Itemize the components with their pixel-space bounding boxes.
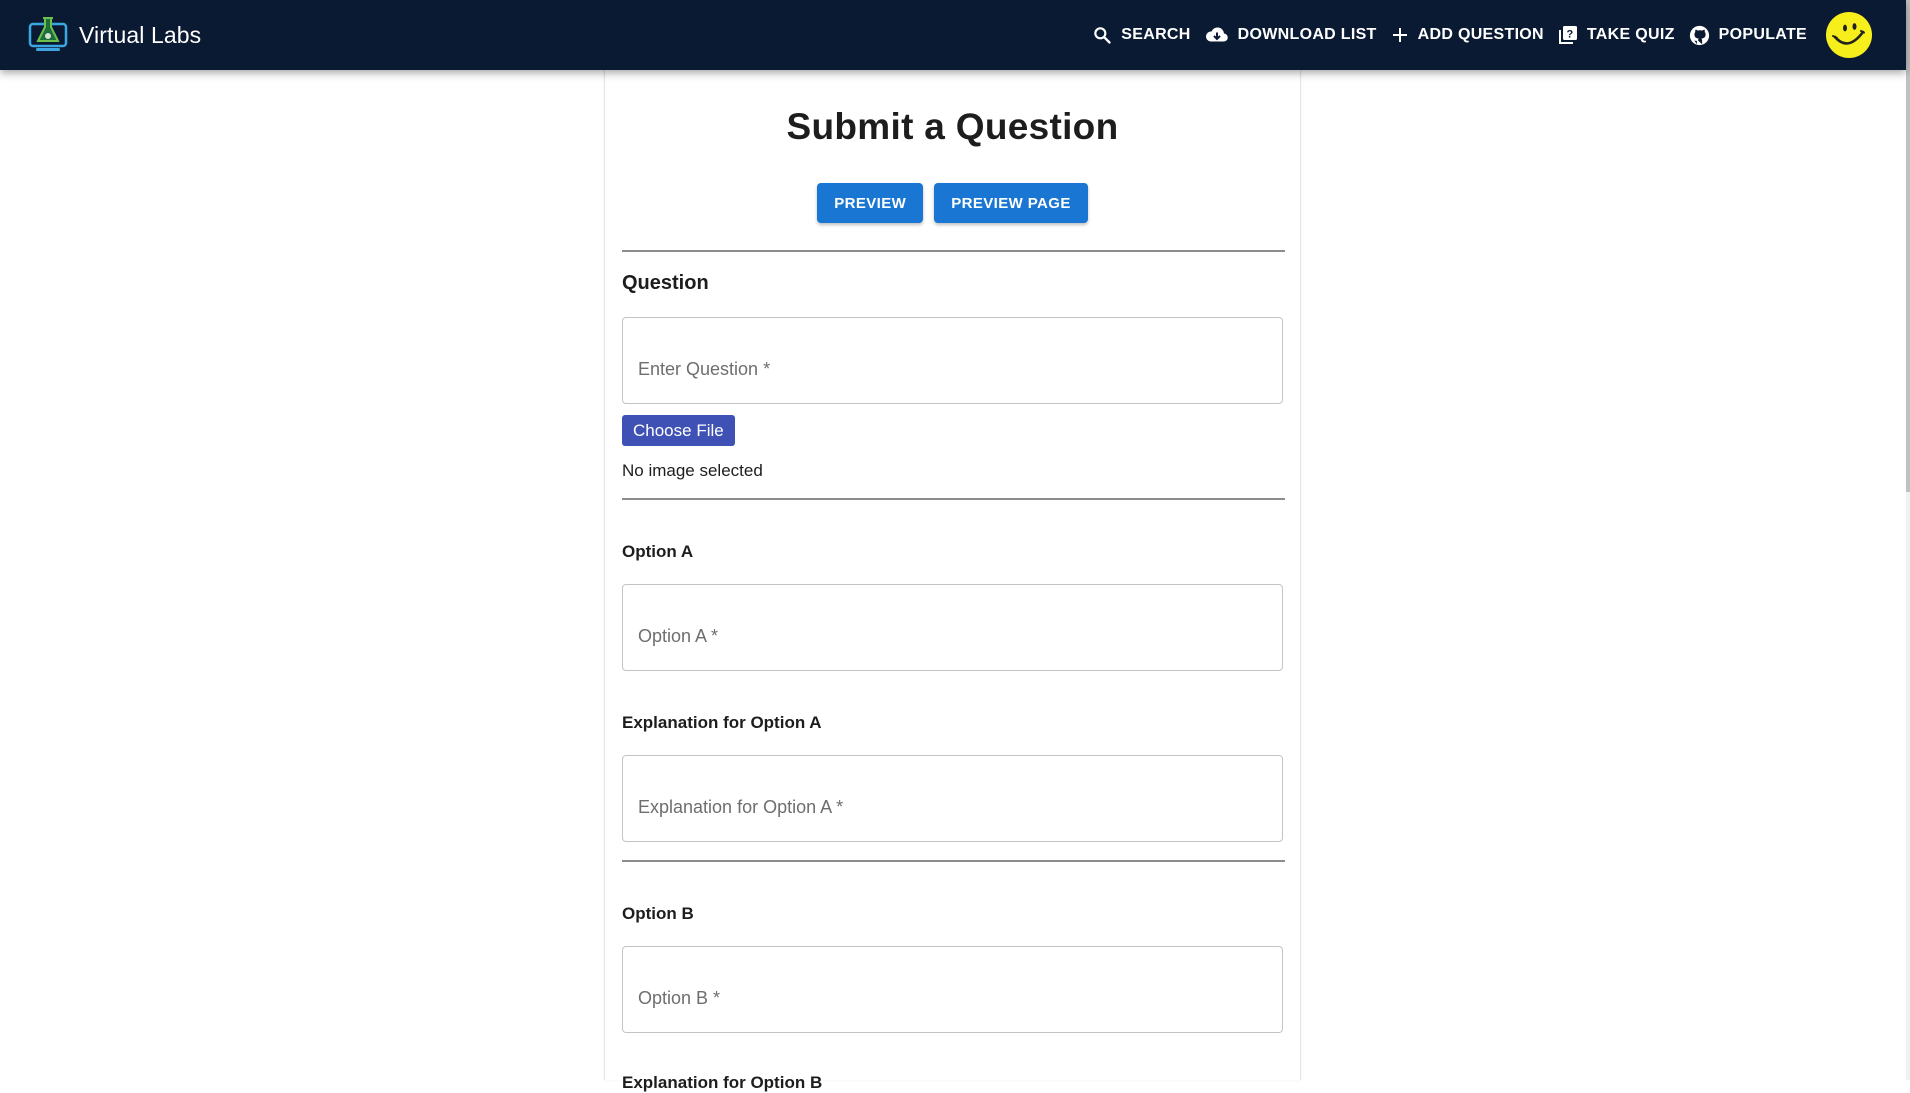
option-a-heading: Option A bbox=[622, 542, 694, 561]
plus-icon bbox=[1392, 28, 1407, 42]
app-title: Virtual Labs bbox=[79, 21, 202, 48]
search-icon bbox=[1094, 27, 1111, 44]
option-a-input[interactable] bbox=[623, 585, 1282, 670]
brand[interactable]: Virtual Labs bbox=[28, 15, 201, 55]
divider bbox=[622, 250, 1285, 252]
smiley-avatar-icon bbox=[1832, 23, 1865, 45]
preview-page-button[interactable]: PREVIEW PAGE bbox=[934, 183, 1088, 223]
nav-search-label: SEARCH bbox=[1121, 26, 1191, 43]
preview-button-row: PREVIEW PREVIEW PAGE bbox=[605, 183, 1300, 223]
choose-file-button[interactable]: Choose File bbox=[622, 415, 735, 446]
user-avatar[interactable] bbox=[1826, 12, 1872, 58]
question-heading: Question bbox=[622, 272, 709, 294]
top-nav: SEARCH DOWNLOAD LIST ADD QUESTION ? TAKE… bbox=[1085, 0, 1872, 70]
question-form-card: Submit a Question PREVIEW PREVIEW PAGE Q… bbox=[604, 70, 1301, 1092]
option-a-field[interactable] bbox=[622, 584, 1283, 671]
nav-add-question[interactable]: ADD QUESTION bbox=[1384, 18, 1551, 52]
option-b-input[interactable] bbox=[623, 947, 1282, 1032]
nav-add-question-label: ADD QUESTION bbox=[1417, 26, 1544, 43]
page-scrollbar[interactable] bbox=[1906, 0, 1910, 1080]
file-status-text: No image selected bbox=[622, 461, 763, 480]
explanation-b-heading: Explanation for Option B bbox=[622, 1073, 823, 1092]
divider bbox=[622, 498, 1285, 500]
svg-text:?: ? bbox=[1566, 29, 1573, 41]
nav-take-quiz[interactable]: ? TAKE QUIZ bbox=[1551, 17, 1682, 53]
github-icon bbox=[1689, 25, 1709, 45]
nav-download-list[interactable]: DOWNLOAD LIST bbox=[1198, 17, 1384, 53]
page-title: Submit a Question bbox=[786, 106, 1119, 147]
explanation-a-heading: Explanation for Option A bbox=[622, 713, 822, 732]
flask-monitor-icon bbox=[28, 15, 68, 55]
quiz-icon: ? bbox=[1558, 26, 1577, 44]
nav-download-list-label: DOWNLOAD LIST bbox=[1237, 26, 1377, 43]
app-bar: Virtual Labs SEARCH DOWNLOAD LIST ADD QU… bbox=[0, 0, 1906, 70]
explanation-a-field[interactable] bbox=[622, 755, 1283, 842]
nav-search[interactable]: SEARCH bbox=[1085, 17, 1197, 53]
question-field[interactable] bbox=[622, 317, 1283, 404]
page-scrollbar-thumb[interactable] bbox=[1906, 0, 1910, 492]
divider bbox=[622, 860, 1285, 862]
nav-populate-label: POPULATE bbox=[1718, 26, 1807, 43]
nav-take-quiz-label: TAKE QUIZ bbox=[1586, 26, 1675, 43]
cloud-download-icon bbox=[1205, 27, 1228, 42]
preview-button[interactable]: PREVIEW bbox=[817, 183, 924, 223]
nav-populate[interactable]: POPULATE bbox=[1682, 17, 1814, 54]
question-input[interactable] bbox=[623, 318, 1282, 403]
option-b-field[interactable] bbox=[622, 946, 1283, 1033]
option-b-heading: Option B bbox=[622, 904, 694, 923]
explanation-a-input[interactable] bbox=[623, 756, 1282, 841]
